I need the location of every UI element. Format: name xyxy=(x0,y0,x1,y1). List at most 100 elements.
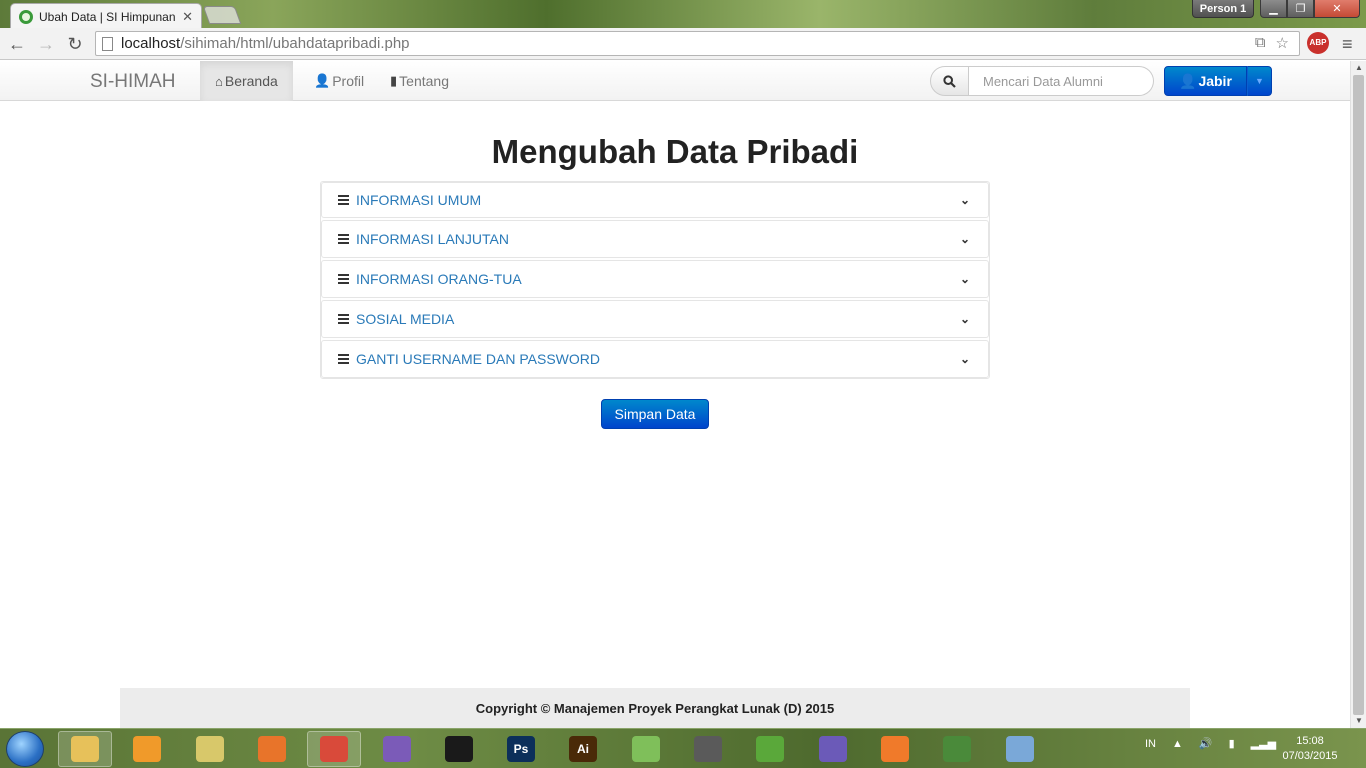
page-title: Mengubah Data Pribadi xyxy=(491,133,859,170)
bookmark-star-icon[interactable]: ☆ xyxy=(1276,34,1289,52)
site-favicon-icon xyxy=(19,9,33,24)
chrome-icon xyxy=(320,736,348,762)
chevron-down-icon[interactable]: ⌄ xyxy=(960,193,970,207)
nav-item-profil[interactable]: 👤 Profil xyxy=(299,61,379,101)
reload-icon[interactable]: ↻ xyxy=(64,33,86,55)
firefox-icon xyxy=(258,736,286,762)
taskbar-app-folder[interactable] xyxy=(183,731,237,767)
search-input[interactable] xyxy=(969,66,1154,96)
section-label[interactable]: INFORMASI ORANG-TUA xyxy=(356,271,960,287)
chevron-down-icon[interactable]: ⌄ xyxy=(960,272,970,286)
back-arrow-icon[interactable]: ← xyxy=(6,33,28,55)
nav-item-label: Tentang xyxy=(399,73,449,89)
taskbar-app-xampp[interactable] xyxy=(868,731,922,767)
browser-title-bar: Ubah Data | SI Himpunan ✕ Person 1 ▁ ❐ ✕ xyxy=(0,0,1366,29)
footer-copyright: Copyright © Manajemen Proyek Perangkat L… xyxy=(475,700,835,716)
file-explorer-icon xyxy=(71,736,99,762)
nav-item-tentang[interactable]: ▮ Tentang xyxy=(375,61,464,101)
section-label[interactable]: SOSIAL MEDIA xyxy=(356,311,960,327)
section-ganti-username-password[interactable]: GANTI USERNAME DAN PASSWORD ⌄ xyxy=(321,340,989,378)
browser-tab-active[interactable]: Ubah Data | SI Himpunan ✕ xyxy=(10,3,202,29)
list-icon xyxy=(338,354,349,364)
scroll-up-icon[interactable]: ▲ xyxy=(1351,61,1366,75)
taskbar-app-editor[interactable] xyxy=(930,731,984,767)
taskbar-app-file-explorer[interactable] xyxy=(58,731,112,767)
site-footer: Copyright © Manajemen Proyek Perangkat L… xyxy=(120,688,1190,728)
taskbar-app-command-prompt[interactable] xyxy=(432,731,486,767)
network-icon[interactable]: ▂▃▅ xyxy=(1251,737,1276,750)
section-informasi-orang-tua[interactable]: INFORMASI ORANG-TUA ⌄ xyxy=(321,260,989,298)
visual-studio-icon xyxy=(383,736,411,762)
taskbar-app-paint[interactable] xyxy=(993,731,1047,767)
user-icon: 👤 xyxy=(1179,72,1197,89)
section-informasi-umum[interactable]: INFORMASI UMUM ⌄ xyxy=(321,182,989,218)
section-label[interactable]: INFORMASI LANJUTAN xyxy=(356,231,960,247)
adblock-icon[interactable]: ABP xyxy=(1307,32,1329,54)
minimize-icon[interactable]: ▁ xyxy=(1260,0,1287,18)
nav-item-beranda[interactable]: ⌂ Beranda xyxy=(200,61,293,101)
nav-item-label: Profil xyxy=(332,73,365,89)
taskbar-app-visual-studio[interactable] xyxy=(370,731,424,767)
list-icon xyxy=(338,314,349,324)
chevron-down-icon[interactable]: ⌄ xyxy=(960,312,970,326)
taskbar-app-photoshop[interactable]: Ps xyxy=(494,731,548,767)
taskbar-app-evernote[interactable] xyxy=(743,731,797,767)
profile-button[interactable]: Person 1 xyxy=(1192,0,1254,18)
notepad-plus-icon xyxy=(632,736,660,762)
address-bar[interactable]: localhost/sihimah/html/ubahdatapribadi.p… xyxy=(95,31,1300,56)
list-icon xyxy=(338,234,349,244)
url-host: localhost xyxy=(121,35,181,52)
scroll-thumb[interactable] xyxy=(1353,75,1364,715)
tray-expand-icon[interactable]: ▲ xyxy=(1172,738,1183,750)
user-name: Jabir xyxy=(1198,73,1232,89)
taskbar-app-notepad-plus[interactable] xyxy=(619,731,673,767)
section-label[interactable]: INFORMASI UMUM xyxy=(356,192,960,208)
save-data-button[interactable]: Simpan Data xyxy=(601,399,709,429)
system-tray: IN ▲ 🔊 ▮ ▂▃▅ xyxy=(1145,737,1276,751)
translate-icon[interactable]: ⧉ xyxy=(1255,34,1266,52)
maximize-icon[interactable]: ❐ xyxy=(1287,0,1314,18)
volume-icon[interactable]: 🔊 xyxy=(1199,737,1213,750)
clock-time: 15:08 xyxy=(1296,735,1324,747)
chrome-menu-icon[interactable]: ≡ xyxy=(1342,34,1353,55)
caret-down-icon: ▼ xyxy=(1254,76,1264,86)
scroll-down-icon[interactable]: ▼ xyxy=(1351,714,1366,728)
page-scrollbar[interactable]: ▲ ▼ xyxy=(1350,61,1366,728)
close-window-icon[interactable]: ✕ xyxy=(1314,0,1360,18)
language-indicator[interactable]: IN xyxy=(1145,738,1156,750)
taskbar-app-illustrator[interactable]: Ai xyxy=(556,731,610,767)
bookmark-icon: ▮ xyxy=(390,73,398,88)
tab-close-icon[interactable]: ✕ xyxy=(182,9,193,25)
page-viewport: SI-HIMAH ⌂ Beranda 👤 Profil ▮ Tentang 👤 xyxy=(0,61,1350,728)
chevron-down-icon[interactable]: ⌄ xyxy=(960,352,970,366)
taskbar-app-firefox[interactable] xyxy=(245,731,299,767)
folder-icon xyxy=(196,736,224,762)
chevron-down-icon[interactable]: ⌄ xyxy=(960,232,970,246)
site-brand[interactable]: SI-HIMAH xyxy=(90,71,176,93)
section-sosial-media[interactable]: SOSIAL MEDIA ⌄ xyxy=(321,300,989,338)
illustrator-icon: Ai xyxy=(569,736,597,762)
editor-icon xyxy=(943,736,971,762)
power-icon[interactable]: ▮ xyxy=(1229,737,1235,750)
forward-arrow-icon[interactable]: → xyxy=(35,33,57,55)
new-tab-button[interactable] xyxy=(202,6,242,24)
list-icon xyxy=(338,195,349,205)
taskbar-app-github[interactable] xyxy=(806,731,860,767)
evernote-icon xyxy=(756,736,784,762)
taskbar-app-sourcetree[interactable] xyxy=(681,731,735,767)
user-button[interactable]: 👤 Jabir xyxy=(1164,66,1247,96)
sourcetree-icon xyxy=(694,736,722,762)
start-button[interactable] xyxy=(6,731,44,767)
system-clock[interactable]: 15:08 07/03/2015 xyxy=(1278,734,1342,764)
paint-icon xyxy=(1006,736,1034,762)
search-button[interactable] xyxy=(930,66,969,96)
taskbar-app-media-player[interactable] xyxy=(120,731,174,767)
site-navbar: SI-HIMAH ⌂ Beranda 👤 Profil ▮ Tentang 👤 xyxy=(0,61,1350,101)
data-accordion: INFORMASI UMUM ⌄ INFORMASI LANJUTAN ⌄ IN… xyxy=(320,181,990,379)
section-label[interactable]: GANTI USERNAME DAN PASSWORD xyxy=(356,351,960,367)
search-group xyxy=(930,66,1154,96)
tab-title: Ubah Data | SI Himpunan xyxy=(39,9,176,24)
section-informasi-lanjutan[interactable]: INFORMASI LANJUTAN ⌄ xyxy=(321,220,989,258)
user-dropdown-toggle[interactable]: ▼ xyxy=(1246,66,1272,96)
taskbar-app-chrome[interactable] xyxy=(307,731,361,767)
